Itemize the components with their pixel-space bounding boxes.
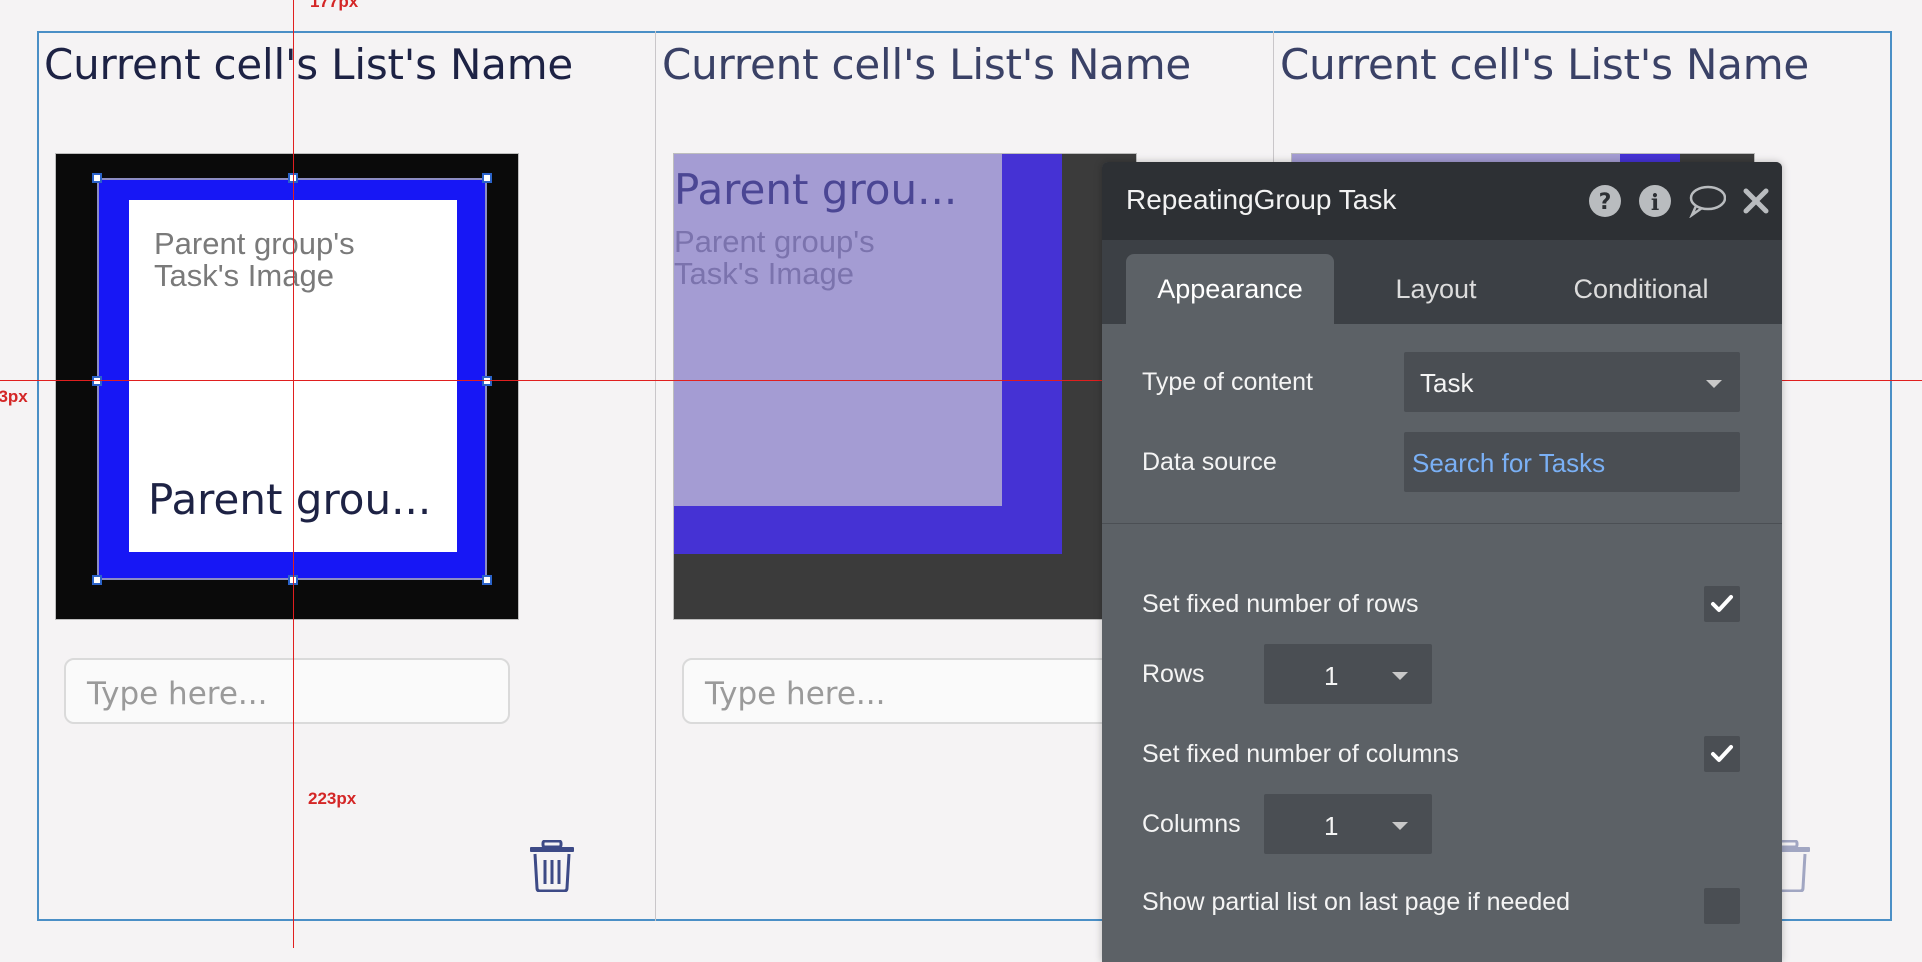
panel-title: RepeatingGroup Task [1126,184,1397,215]
parent-group-name-text[interactable]: Parent grou... [674,165,957,214]
section-divider [1102,523,1782,524]
resize-handle[interactable] [482,173,492,183]
type-of-content-value: Task [1420,368,1474,398]
chevron-down-icon [1706,380,1722,388]
partial-list-checkbox[interactable] [1704,888,1740,924]
type-of-content-dropdown[interactable]: Task [1404,352,1740,412]
columns-dropdown[interactable]: 1 [1264,794,1432,854]
selection-outline [97,178,487,580]
column-divider [655,31,656,921]
trash-icon[interactable] [529,840,575,892]
data-source-expression[interactable]: Search for Tasks [1412,448,1605,479]
panel-header[interactable]: RepeatingGroup Task ? i [1102,162,1782,240]
image-placeholder-text: Parent group's Task's Image [674,224,875,291]
columns-value: 1 [1324,811,1339,841]
cell-image-group[interactable]: Parent grou... Parent group's Task's Ima… [673,153,1137,620]
partial-list-label: Show partial list on last page if needed [1142,888,1571,916]
tab-layout[interactable]: Layout [1356,254,1516,324]
tab-conditional[interactable]: Conditional [1536,254,1746,324]
chevron-down-icon [1392,822,1408,830]
comment-icon[interactable] [1688,184,1726,218]
type-of-content-label: Type of content [1142,368,1313,396]
data-source-field[interactable]: Search for Tasks [1404,432,1740,492]
resize-handle[interactable] [92,376,102,386]
fixed-columns-checkbox[interactable] [1704,736,1740,772]
text-input[interactable]: Type here... [64,658,510,724]
svg-text:?: ? [1599,190,1612,215]
tab-appearance[interactable]: Appearance [1126,254,1334,324]
resize-handle[interactable] [482,376,492,386]
measure-label-top: 177px [307,0,362,12]
measure-label-bottom: 223px [305,789,360,809]
resize-handle[interactable] [92,173,102,183]
data-source-label: Data source [1142,448,1277,476]
svg-text:i: i [1651,190,1659,216]
close-icon[interactable] [1742,184,1770,218]
fixed-columns-label: Set fixed number of columns [1142,740,1459,768]
cell-list-name-text[interactable]: Current cell's List's Name [44,40,573,89]
chevron-down-icon [1392,672,1408,680]
checkmark-icon [1711,595,1733,612]
property-editor-panel[interactable]: RepeatingGroup Task ? i Appearance Layou… [1102,162,1782,962]
cell-list-name-text[interactable]: Current cell's List's Name [662,40,1191,89]
rows-value: 1 [1324,661,1339,691]
measure-label-left: 83px [0,387,31,407]
resize-handle[interactable] [482,575,492,585]
cell-list-name-text[interactable]: Current cell's List's Name [1280,40,1809,89]
fixed-rows-checkbox[interactable] [1704,586,1740,622]
checkmark-icon [1711,745,1733,762]
fixed-rows-label: Set fixed number of rows [1142,590,1419,618]
rows-label: Rows [1142,660,1205,688]
text-input[interactable]: Type here... [682,658,1128,724]
columns-label: Columns [1142,810,1241,838]
rows-dropdown[interactable]: 1 [1264,644,1432,704]
alignment-guide-vertical [293,0,294,948]
resize-handle[interactable] [92,575,102,585]
help-icon[interactable]: ? [1588,184,1622,218]
info-icon[interactable]: i [1638,184,1672,218]
